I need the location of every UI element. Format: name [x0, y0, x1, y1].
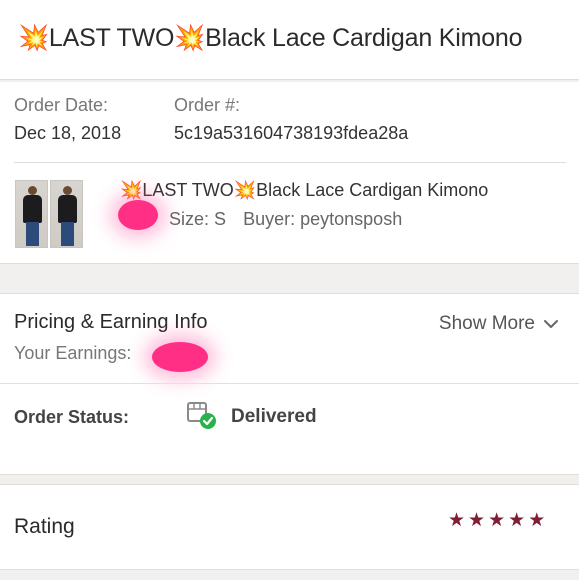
item-thumbnail[interactable] [15, 180, 48, 248]
model-head [63, 186, 72, 195]
redaction-scribble [118, 200, 158, 230]
redaction-scribble [152, 342, 208, 372]
order-date-label: Order Date: [14, 95, 109, 115]
divider [14, 162, 566, 163]
star-icon: ★ [488, 509, 506, 531]
pricing-section-title: Pricing & Earning Info [14, 311, 208, 333]
chevron-down-icon [544, 320, 558, 328]
listing-title: 💥LAST TWO💥Black Lace Cardigan Kimono [18, 24, 523, 52]
buyer-username[interactable]: peytonsposh [300, 209, 402, 229]
pricing-status-card: Pricing & Earning Info Your Earnings: Sh… [0, 293, 579, 475]
size-value: S [214, 209, 227, 229]
star-icon: ★ [528, 509, 546, 531]
item-meta: Size: S Buyer: peytonsposh [169, 209, 402, 230]
order-status-label: Order Status: [14, 407, 130, 427]
show-more-button[interactable]: Show More [439, 313, 559, 335]
item-title[interactable]: 💥LAST TWO💥Black Lace Cardigan Kimono [120, 180, 488, 201]
rating-stars: ★ ★ ★ ★ ★ [448, 511, 545, 530]
size-label: Size: [169, 209, 210, 229]
cardigan-shape [23, 195, 42, 223]
rating-title: Rating [14, 515, 75, 538]
star-icon: ★ [508, 509, 526, 531]
star-icon: ★ [448, 509, 466, 531]
model-head [28, 186, 37, 195]
order-number-value: 5c19a531604738193fdea28a [174, 123, 409, 143]
star-icon: ★ [468, 509, 486, 531]
package-delivered-icon [187, 402, 216, 429]
order-date-value: Dec 18, 2018 [14, 123, 122, 143]
title-bar: 💥LAST TWO💥Black Lace Cardigan Kimono [0, 0, 579, 80]
buyer-label: Buyer: [243, 209, 296, 229]
order-status-value: Delivered [231, 406, 317, 427]
show-more-label: Show More [438, 313, 535, 334]
order-number-label: Order #: [174, 95, 241, 115]
item-thumbnail[interactable] [50, 180, 83, 248]
rating-card: Rating ★ ★ ★ ★ ★ [0, 484, 579, 570]
jeans-shape [26, 222, 39, 246]
cardigan-shape [58, 195, 77, 223]
order-details-card: Order Date: Dec 18, 2018 Order #: 5c19a5… [0, 82, 579, 264]
divider [0, 383, 579, 384]
jeans-shape [61, 222, 74, 246]
earnings-label: Your Earnings: [14, 343, 132, 363]
